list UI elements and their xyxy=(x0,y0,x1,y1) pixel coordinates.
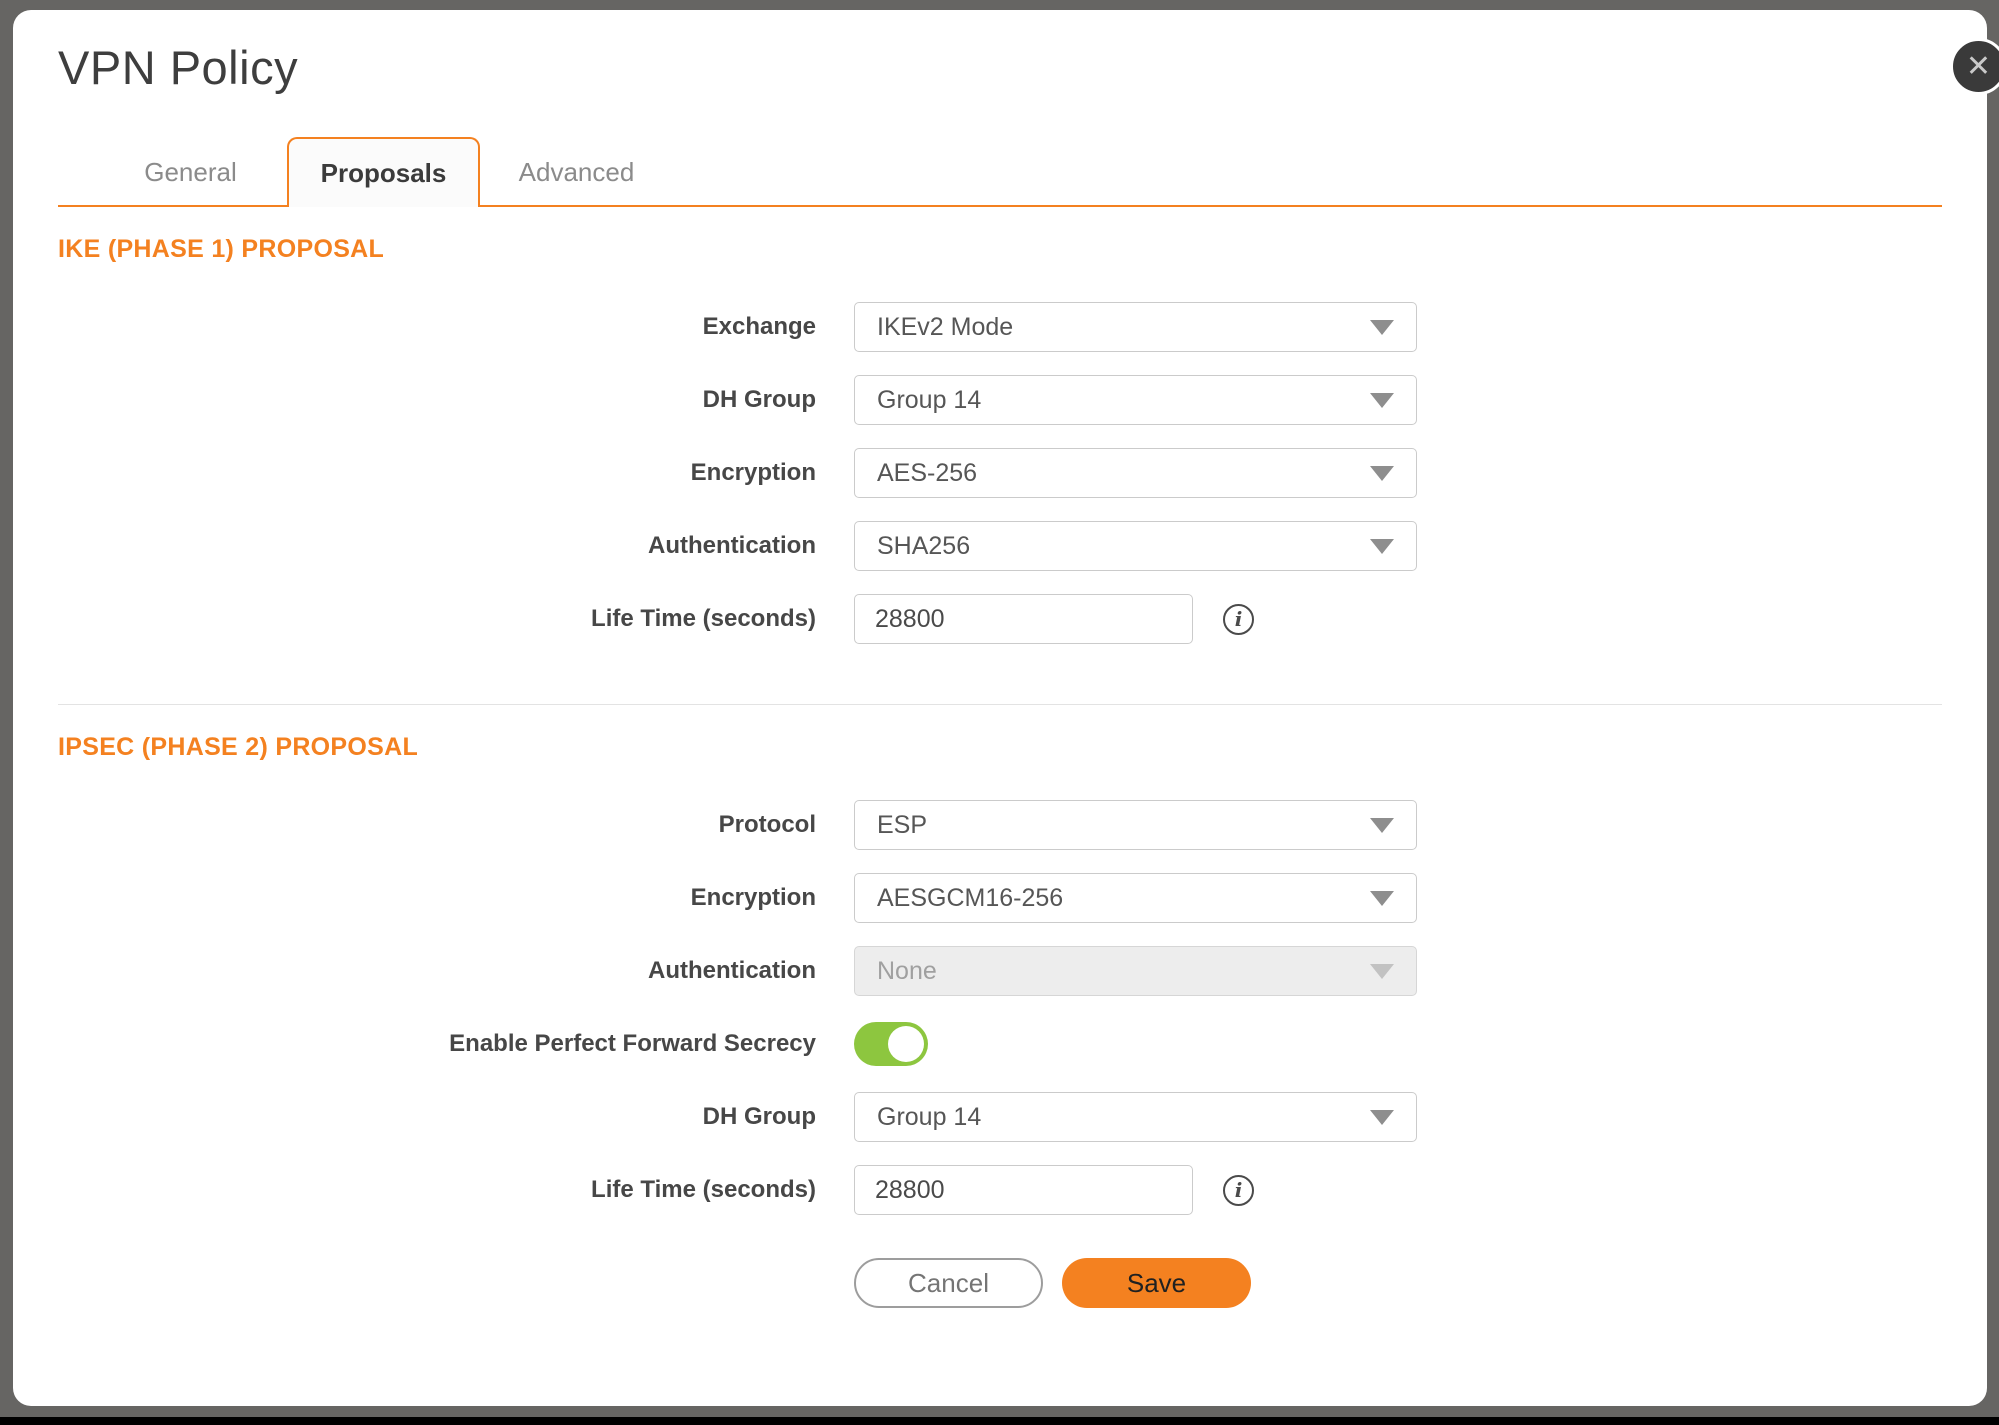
form-row: Enable Perfect Forward Secrecy xyxy=(58,1019,1942,1069)
toggle-knob xyxy=(888,1026,924,1062)
life-time-input[interactable] xyxy=(854,1165,1193,1215)
dh-group-select[interactable]: Group 14 xyxy=(854,1092,1417,1142)
field-label: Encryption xyxy=(58,884,816,912)
info-icon[interactable]: i xyxy=(1223,1175,1254,1206)
section-divider xyxy=(58,704,1942,705)
selected-value: ESP xyxy=(877,811,927,840)
chevron-down-icon xyxy=(1370,891,1394,906)
form-section: Protocol ESP Encryption AESGCM16-256 Authent… xyxy=(58,800,1942,1215)
field-control: i xyxy=(854,1165,1254,1215)
field-label: Authentication xyxy=(58,957,816,985)
field-label: Encryption xyxy=(58,459,816,487)
form-row: Protocol ESP xyxy=(58,800,1942,850)
chevron-down-icon xyxy=(1370,466,1394,481)
field-control: AES-256 xyxy=(854,448,1417,498)
field-control: SHA256 xyxy=(854,521,1417,571)
selected-value: AES-256 xyxy=(877,459,977,488)
tab-general[interactable]: General xyxy=(94,137,287,207)
page-title: VPN Policy xyxy=(58,40,1942,95)
form-row: Authentication None xyxy=(58,946,1942,996)
field-label: Life Time (seconds) xyxy=(58,605,816,633)
field-control: IKEv2 Mode xyxy=(854,302,1417,352)
selected-value: SHA256 xyxy=(877,532,970,561)
field-label: DH Group xyxy=(58,1103,816,1131)
field-control: Group 14 xyxy=(854,375,1417,425)
footer-actions: Cancel Save xyxy=(58,1258,1942,1308)
exchange-select[interactable]: IKEv2 Mode xyxy=(854,302,1417,352)
field-label: Protocol xyxy=(58,811,816,839)
close-icon[interactable]: ✕ xyxy=(1950,38,1999,95)
tab-advanced[interactable]: Advanced xyxy=(480,137,673,207)
life-time-input[interactable] xyxy=(854,594,1193,644)
field-control: i xyxy=(854,594,1254,644)
enable-pfs-toggle[interactable] xyxy=(854,1022,928,1066)
field-label: DH Group xyxy=(58,386,816,414)
field-control: AESGCM16-256 xyxy=(854,873,1417,923)
field-control xyxy=(854,1022,928,1066)
encryption-select[interactable]: AES-256 xyxy=(854,448,1417,498)
form-row: DH Group Group 14 xyxy=(58,375,1942,425)
field-label: Exchange xyxy=(58,313,816,341)
chevron-down-icon xyxy=(1370,539,1394,554)
dh-group-select[interactable]: Group 14 xyxy=(854,375,1417,425)
form-row: DH Group Group 14 xyxy=(58,1092,1942,1142)
cancel-button[interactable]: Cancel xyxy=(854,1258,1043,1308)
vpn-policy-dialog: VPN Policy GeneralProposalsAdvanced IKE … xyxy=(13,10,1987,1406)
tab-proposals[interactable]: Proposals xyxy=(287,137,480,207)
tab-bar: GeneralProposalsAdvanced xyxy=(58,137,1942,207)
chevron-down-icon xyxy=(1370,818,1394,833)
section-title: IKE (PHASE 1) PROPOSAL xyxy=(58,235,1942,264)
authentication-select[interactable]: SHA256 xyxy=(854,521,1417,571)
selected-value: IKEv2 Mode xyxy=(877,313,1013,342)
field-control: ESP xyxy=(854,800,1417,850)
selected-value: Group 14 xyxy=(877,386,981,415)
encryption-select[interactable]: AESGCM16-256 xyxy=(854,873,1417,923)
form-row: Life Time (seconds) i xyxy=(58,594,1942,644)
form-row: Encryption AESGCM16-256 xyxy=(58,873,1942,923)
selected-value: Group 14 xyxy=(877,1103,981,1132)
field-control: None xyxy=(854,946,1417,996)
field-label: Authentication xyxy=(58,532,816,560)
form-row: Encryption AES-256 xyxy=(58,448,1942,498)
field-label: Life Time (seconds) xyxy=(58,1176,816,1204)
selected-value: None xyxy=(877,957,937,986)
field-label: Enable Perfect Forward Secrecy xyxy=(58,1030,816,1058)
selected-value: AESGCM16-256 xyxy=(877,884,1063,913)
chevron-down-icon xyxy=(1370,320,1394,335)
form-section: Exchange IKEv2 Mode DH Group Group 14 Encryp… xyxy=(58,302,1942,644)
form-row: Life Time (seconds) i xyxy=(58,1165,1942,1215)
section-title: IPSEC (PHASE 2) PROPOSAL xyxy=(58,733,1942,762)
save-button[interactable]: Save xyxy=(1062,1258,1251,1308)
chevron-down-icon xyxy=(1370,1110,1394,1125)
field-control: Group 14 xyxy=(854,1092,1417,1142)
form-row: Authentication SHA256 xyxy=(58,521,1942,571)
chevron-down-icon xyxy=(1370,393,1394,408)
form-row: Exchange IKEv2 Mode xyxy=(58,302,1942,352)
authentication-select: None xyxy=(854,946,1417,996)
info-icon[interactable]: i xyxy=(1223,604,1254,635)
chevron-down-icon xyxy=(1370,964,1394,979)
protocol-select[interactable]: ESP xyxy=(854,800,1417,850)
